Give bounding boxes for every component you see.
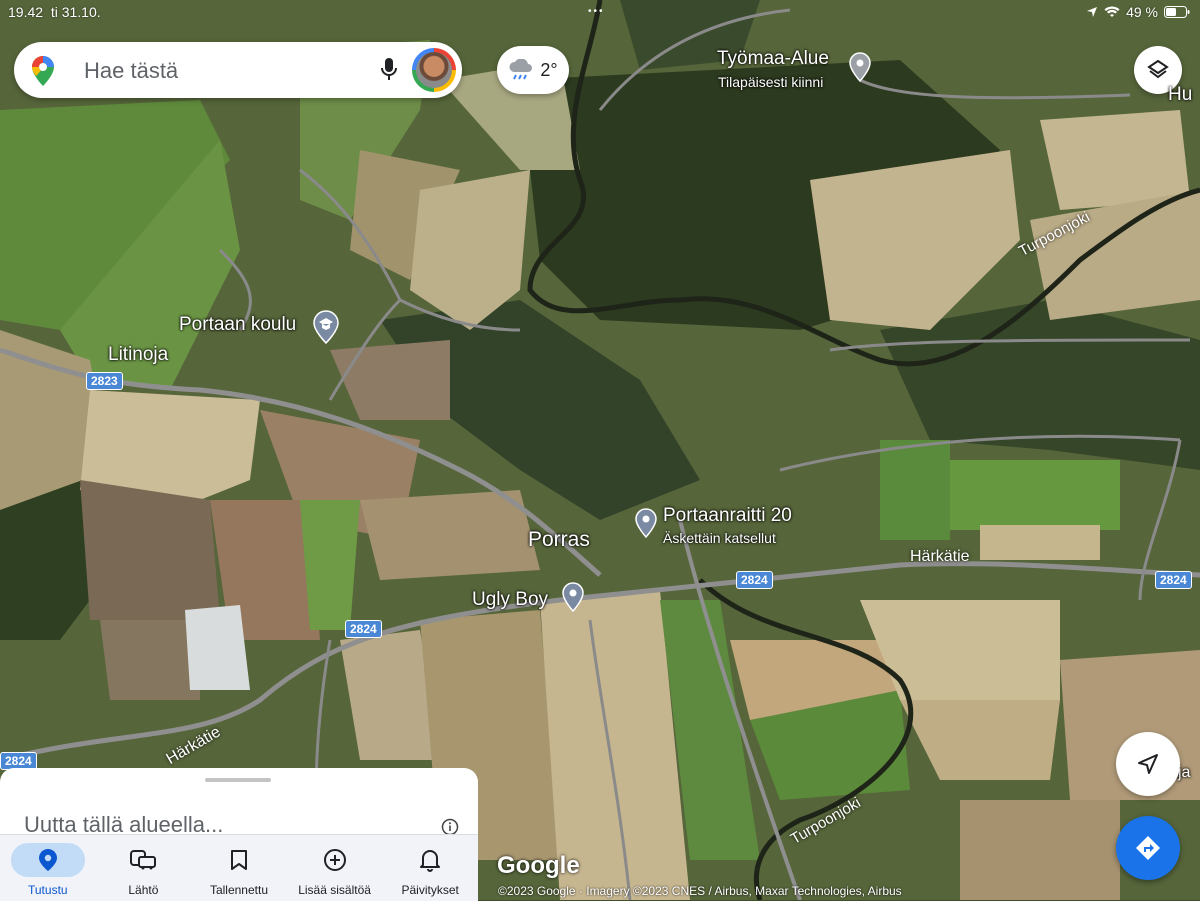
bottom-tab-bar: Tutustu Lähtö Tallennettu Lisää sisältöä… — [0, 834, 478, 901]
tab-label: Lähtö — [128, 883, 159, 897]
bell-icon — [420, 850, 441, 872]
weather-temp: 2° — [540, 59, 558, 80]
layers-icon — [1147, 59, 1169, 79]
navigation-arrow-icon — [1138, 754, 1158, 774]
road-shield-2823: 2823 — [86, 372, 123, 390]
weather-chip[interactable]: 2° — [497, 46, 569, 94]
tab-lisaa-sisaltoa[interactable]: Lisää sisältöä — [287, 835, 383, 901]
school-pin-icon[interactable] — [313, 310, 339, 344]
recent-place-pin-icon[interactable] — [635, 508, 657, 538]
road-shield-2824: 2824 — [736, 571, 773, 589]
battery-icon — [1164, 6, 1190, 18]
place-pin-icon[interactable] — [562, 582, 584, 612]
add-circle-icon — [323, 849, 346, 871]
town-label-porras: Porras — [528, 528, 590, 551]
tab-label: Päivitykset — [401, 883, 459, 897]
tab-tallennettu[interactable]: Tallennettu — [191, 835, 287, 901]
place-pin-icon[interactable] — [849, 52, 871, 82]
directions-button[interactable] — [1116, 816, 1180, 880]
wifi-icon — [1104, 6, 1120, 17]
place-label-tyomaa[interactable]: Työmaa-Alue — [717, 48, 829, 70]
satellite-map[interactable] — [0, 0, 1200, 900]
rain-cloud-icon — [509, 59, 533, 80]
area-label-litinoja: Litinoja — [108, 344, 169, 365]
map-attribution[interactable]: ©2023 Google · Imagery ©2023 CNES / Airb… — [498, 884, 902, 898]
avatar[interactable] — [412, 48, 456, 92]
directions-icon — [1136, 836, 1160, 860]
edge-label-top-right: Hu — [1168, 84, 1193, 105]
google-logo: Google — [497, 852, 580, 879]
road-shield-2824: 2824 — [345, 620, 382, 638]
multitask-dots[interactable]: ••• — [588, 6, 605, 17]
place-label-portaanraitti[interactable]: Portaanraitti 20 — [663, 505, 792, 527]
explore-pin-icon — [38, 849, 57, 871]
status-bar-right: 49 % — [1086, 4, 1190, 20]
place-label-ugly-boy[interactable]: Ugly Boy — [472, 589, 548, 611]
road-shield-2824: 2824 — [1155, 571, 1192, 589]
location-arrow-icon — [1087, 7, 1098, 17]
bookmark-icon — [230, 850, 247, 870]
tab-lahto[interactable]: Lähtö — [96, 835, 192, 901]
google-maps-pin-icon — [32, 56, 54, 86]
tab-paivitykset[interactable]: Päivitykset — [382, 835, 478, 901]
battery-percent: 49 % — [1126, 4, 1158, 20]
mic-icon[interactable] — [380, 57, 398, 83]
tab-label: Tutustu — [28, 883, 68, 897]
road-label-harkatie: Härkätie — [910, 548, 970, 565]
status-bar-time: 19.42 ti 31.10. — [8, 4, 101, 20]
search-input[interactable]: Hae tästä — [84, 58, 178, 84]
search-bar[interactable]: Hae tästä — [14, 42, 462, 98]
sheet-drag-handle[interactable] — [205, 778, 271, 782]
tab-label: Tallennettu — [209, 883, 268, 897]
tab-label: Lisää sisältöä — [298, 883, 371, 897]
tab-tutustu[interactable]: Tutustu — [0, 835, 96, 901]
place-sub-tyomaa: Tilapäisesti kiinni — [718, 74, 824, 90]
commute-icon — [130, 850, 157, 870]
place-label-portaan-koulu[interactable]: Portaan koulu — [179, 314, 296, 336]
my-location-button[interactable] — [1116, 732, 1180, 796]
place-sub-portaanraitti: Äskettäin katsellut — [663, 530, 776, 546]
